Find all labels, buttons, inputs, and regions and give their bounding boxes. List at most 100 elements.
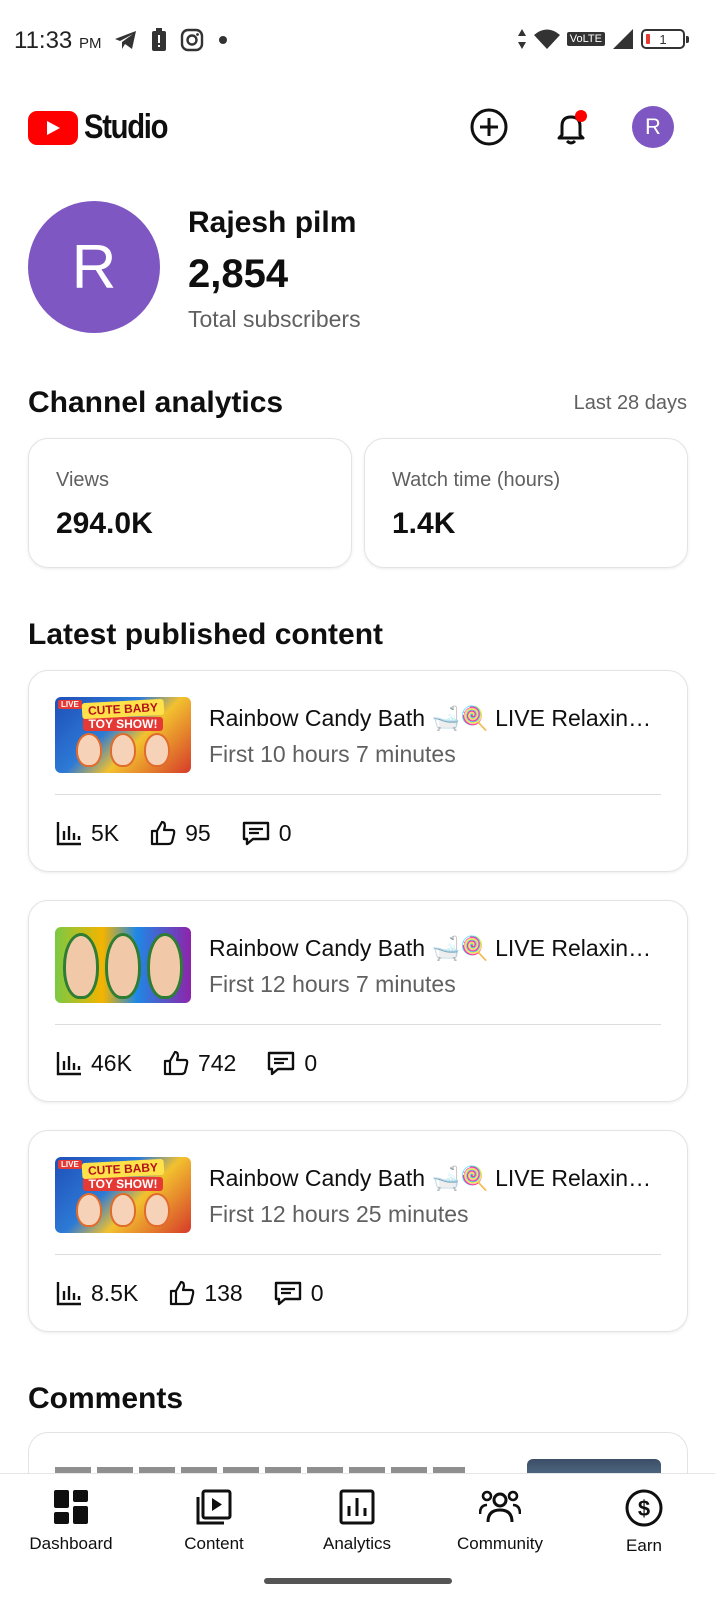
comments-stat: 0: [273, 1279, 324, 1307]
likes-stat: 742: [162, 1049, 236, 1077]
youtube-logo-icon: [28, 110, 78, 145]
analytics-icon: [339, 1489, 375, 1525]
comments-count: 0: [304, 1049, 318, 1076]
comment-icon: [268, 1051, 295, 1076]
dot-icon: [216, 33, 230, 47]
data-arrows-icon: [517, 28, 527, 50]
signal-icon: [611, 28, 635, 50]
views-count: 5K: [91, 819, 120, 846]
video-title[interactable]: Rainbow Candy Bath 🛁🍭 LIVE Relaxing Baby…: [209, 935, 659, 962]
create-button[interactable]: [466, 104, 512, 150]
content-card[interactable]: Rainbow Candy Bath 🛁🍭 LIVE Relaxing Baby…: [28, 900, 688, 1102]
dashboard-icon: [54, 1490, 88, 1524]
status-time-value: 11:33: [14, 27, 73, 54]
comments-count: 0: [278, 819, 292, 846]
battery-saver-icon: [150, 28, 168, 52]
battery-level: 1: [659, 31, 667, 47]
views-stat: 5K: [55, 819, 119, 847]
divider: [55, 794, 661, 795]
video-subtitle: First 12 hours 25 minutes: [209, 1201, 469, 1227]
wifi-icon: [533, 28, 561, 50]
youtube-studio-logo[interactable]: Studio: [28, 108, 181, 147]
nav-content[interactable]: Content: [154, 1488, 274, 1554]
bar-chart-icon: [56, 1282, 81, 1306]
views-stat: 46K: [55, 1049, 132, 1077]
comment-icon: [274, 1281, 301, 1306]
status-time: 11:33 PM: [14, 27, 101, 55]
views-stat: 8.5K: [55, 1279, 138, 1307]
nav-label: Dashboard: [29, 1534, 113, 1553]
watch-time-value: 1.4K: [392, 507, 456, 540]
subscriber-count: 2,854: [188, 252, 289, 296]
views-count: 46K: [91, 1049, 132, 1076]
account-button[interactable]: R: [630, 104, 676, 150]
comments-stat: 0: [241, 819, 292, 847]
video-stats: 5K 95 0: [55, 817, 322, 849]
nav-label: Content: [184, 1534, 244, 1553]
divider: [55, 1024, 661, 1025]
views-count: 8.5K: [91, 1279, 139, 1306]
watch-time-card[interactable]: Watch time (hours) 1.4K: [364, 438, 688, 568]
instagram-icon: [180, 28, 204, 52]
content-card[interactable]: LIVE CUTE BABY TOY SHOW! Rainbow Candy B…: [28, 1130, 688, 1332]
earn-icon: $: [625, 1489, 663, 1527]
bar-chart-icon: [56, 1052, 81, 1076]
nav-community[interactable]: Community: [440, 1488, 560, 1554]
likes-count: 138: [204, 1279, 243, 1306]
video-subtitle: First 10 hours 7 minutes: [209, 741, 456, 767]
channel-analytics-title: Channel analytics: [28, 386, 284, 419]
nav-earn[interactable]: $ Earn: [584, 1488, 704, 1556]
telegram-icon: [114, 29, 138, 51]
thumbs-up-icon: [170, 1280, 195, 1306]
comment-icon: [242, 821, 269, 846]
likes-stat: 138: [168, 1279, 243, 1307]
likes-count: 95: [185, 819, 211, 846]
likes-count: 742: [197, 1049, 237, 1076]
thumb-live-tag: LIVE: [58, 700, 82, 709]
content-card[interactable]: LIVE CUTE BABY TOY SHOW! Rainbow Candy B…: [28, 670, 688, 872]
thumb-live-tag: LIVE: [58, 1160, 82, 1169]
video-title[interactable]: Rainbow Candy Bath 🛁🍭 LIVE Relaxing Baby…: [209, 705, 659, 732]
video-stats: 8.5K 138 0: [55, 1277, 354, 1309]
comments-stat: 0: [266, 1049, 317, 1077]
svg-text:$: $: [638, 1496, 650, 1521]
views-label: Views: [56, 469, 109, 491]
divider: [55, 1254, 661, 1255]
video-title[interactable]: Rainbow Candy Bath 🛁🍭 LIVE Relaxing Baby…: [209, 1165, 659, 1192]
community-icon: [479, 1490, 521, 1523]
likes-stat: 95: [149, 819, 211, 847]
battery-icon: 1: [641, 29, 689, 49]
views-card[interactable]: Views 294.0K: [28, 438, 352, 568]
nav-analytics[interactable]: Analytics: [297, 1488, 417, 1554]
channel-name: Rajesh pilm: [188, 206, 357, 239]
video-thumbnail[interactable]: LIVE CUTE BABY TOY SHOW!: [55, 1157, 191, 1233]
nav-dashboard[interactable]: Dashboard: [11, 1488, 131, 1554]
logo-text: Studio: [84, 108, 169, 146]
video-thumbnail[interactable]: [55, 927, 191, 1003]
comments-title: Comments: [28, 1382, 184, 1415]
status-time-ampm: PM: [78, 35, 102, 52]
nav-label: Community: [457, 1534, 543, 1553]
thumbs-up-icon: [151, 820, 176, 846]
video-stats: 46K 742 0: [55, 1047, 347, 1079]
volte-badge: VoLTE: [566, 32, 605, 46]
video-thumbnail[interactable]: LIVE CUTE BABY TOY SHOW!: [55, 697, 191, 773]
thumb-banner-secondary: TOY SHOW!: [82, 717, 164, 731]
channel-avatar[interactable]: R: [28, 201, 160, 333]
nav-label: Analytics: [322, 1534, 392, 1553]
avatar: R: [632, 106, 674, 148]
notifications-button[interactable]: [548, 104, 594, 150]
add-circle-icon: [470, 108, 508, 146]
views-value: 294.0K: [56, 507, 153, 540]
video-subtitle: First 12 hours 7 minutes: [209, 971, 456, 997]
thumbs-up-icon: [163, 1050, 189, 1076]
thumb-banner-secondary: TOY SHOW!: [82, 1177, 164, 1191]
home-indicator[interactable]: [264, 1578, 452, 1584]
bar-chart-icon: [56, 822, 81, 846]
app-header: Studio R: [0, 96, 715, 156]
content-icon: [196, 1489, 232, 1525]
status-bar: 11:33 PM VoLTE 1: [0, 0, 715, 84]
nav-label: Earn: [626, 1536, 662, 1555]
subscriber-label: Total subscribers: [188, 306, 361, 332]
watch-time-label: Watch time (hours): [392, 469, 561, 491]
